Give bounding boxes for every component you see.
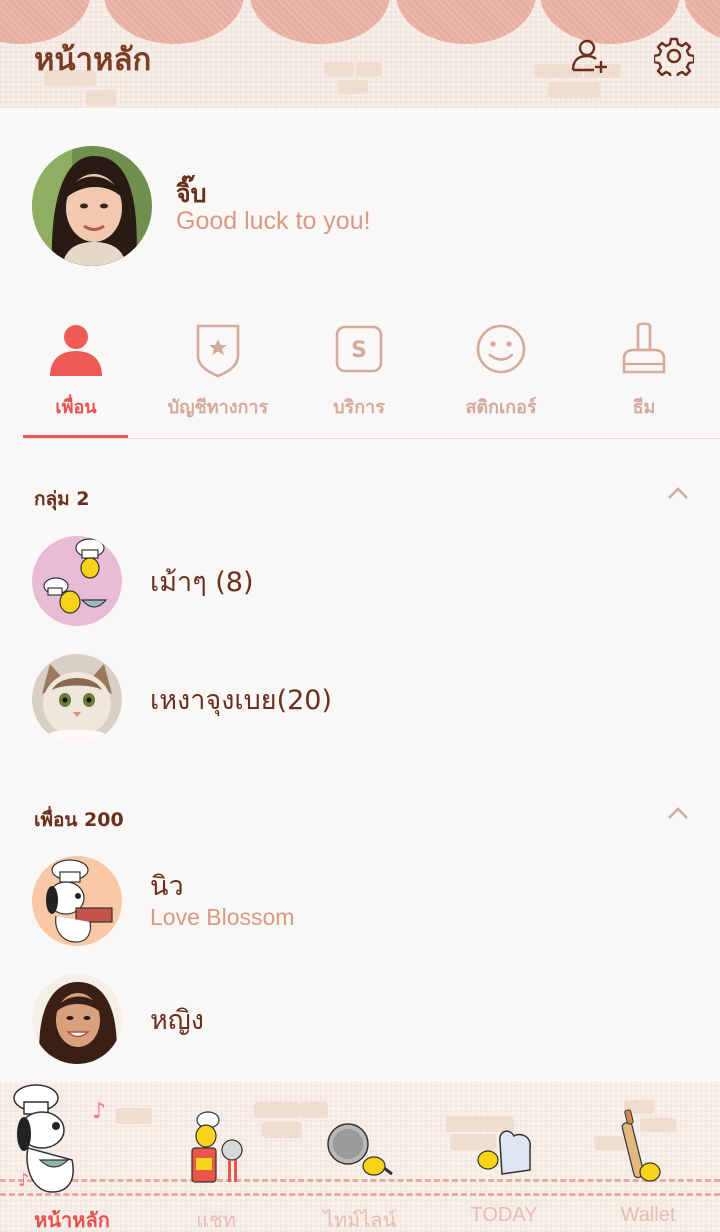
tab-stickers[interactable]: สติกเกอร์	[429, 320, 573, 438]
tab-label: สติกเกอร์	[465, 397, 537, 418]
nav-label: Wallet	[620, 1204, 676, 1226]
top-header: หน้าหลัก	[0, 0, 720, 108]
nav-timeline[interactable]: ไทม์ไลน์	[288, 1082, 432, 1232]
person-icon	[50, 325, 102, 376]
group-avatar	[32, 654, 122, 744]
friend-avatar	[32, 856, 122, 946]
friend-avatar	[32, 974, 122, 1064]
tab-label: ธีม	[632, 397, 656, 418]
list-item[interactable]: นิว Love Blossom	[0, 850, 720, 950]
friends-section-title: เพื่อน 200	[34, 809, 124, 831]
nav-label: TODAY	[470, 1204, 538, 1226]
frying-pan-timeline-icon	[327, 1123, 393, 1176]
friend-name: หญิง	[150, 1005, 204, 1036]
tab-label: บริการ	[333, 397, 385, 418]
scallop-decoration	[250, 0, 390, 44]
tab-official-accounts[interactable]: บัญชีทางการ	[146, 320, 290, 438]
scallop-decoration	[396, 0, 536, 44]
nav-wallet[interactable]: Wallet	[576, 1082, 720, 1232]
nav-home[interactable]: ♪ ♪ หน้าหลัก	[0, 1082, 144, 1232]
friend-name: นิว	[150, 871, 184, 902]
profile-avatar[interactable]	[32, 146, 152, 266]
bottom-navigation: ♪ ♪ หน้าหลัก แชท ไทม์ไลน์ TODAY Wallet	[0, 1082, 720, 1232]
oven-mitt-today-icon	[477, 1130, 531, 1175]
svg-text:♪: ♪	[92, 1099, 106, 1124]
tab-friends[interactable]: เพื่อน	[4, 320, 148, 438]
smiley-icon	[476, 324, 526, 374]
chevron-up-icon[interactable]	[664, 484, 692, 502]
svg-text:♪: ♪	[18, 1170, 30, 1191]
gear-icon[interactable]	[652, 36, 696, 81]
nav-today[interactable]: TODAY	[432, 1082, 576, 1232]
list-item[interactable]: เหงาจุงเบย(20)	[0, 648, 720, 748]
nav-chat[interactable]: แชท	[144, 1082, 288, 1232]
shield-star-icon	[196, 324, 240, 378]
rolling-pin-wallet-icon	[621, 1109, 661, 1182]
divider	[24, 438, 720, 439]
tab-themes[interactable]: ธีม	[572, 320, 716, 438]
tab-label: บัญชีทางการ	[167, 397, 269, 418]
group-name: เหงาจุงเบย(20)	[150, 685, 332, 716]
category-tabs: เพื่อน บัญชีทางการ S บริการ สติกเกอร์ ธี…	[0, 320, 720, 440]
nav-label: ไทม์ไลน์	[323, 1210, 397, 1232]
friend-status-message: Love Blossom	[150, 904, 295, 930]
tab-services[interactable]: S บริการ	[287, 320, 431, 438]
profile-status-message[interactable]: Good luck to you!	[176, 207, 371, 236]
list-item[interactable]: เม้าๆ (8)	[0, 530, 720, 630]
group-avatar	[32, 536, 122, 626]
svg-text:S: S	[351, 338, 367, 363]
chef-snoopy-home-icon: ♪ ♪	[13, 1084, 106, 1193]
tab-label: เพื่อน	[55, 397, 97, 418]
service-s-icon: S	[335, 325, 383, 373]
page-title: หน้าหลัก	[34, 42, 152, 78]
chevron-up-icon[interactable]	[664, 804, 692, 822]
group-name: เม้าๆ (8)	[150, 567, 254, 598]
brush-icon	[622, 322, 666, 374]
person-plus-icon[interactable]	[570, 36, 610, 76]
nav-label: หน้าหลัก	[34, 1210, 110, 1232]
woodstock-chat-icon	[191, 1111, 243, 1183]
groups-section-title: กลุ่ม 2	[34, 488, 90, 510]
list-item[interactable]: หญิง	[0, 968, 720, 1068]
nav-label: แชท	[196, 1210, 236, 1232]
